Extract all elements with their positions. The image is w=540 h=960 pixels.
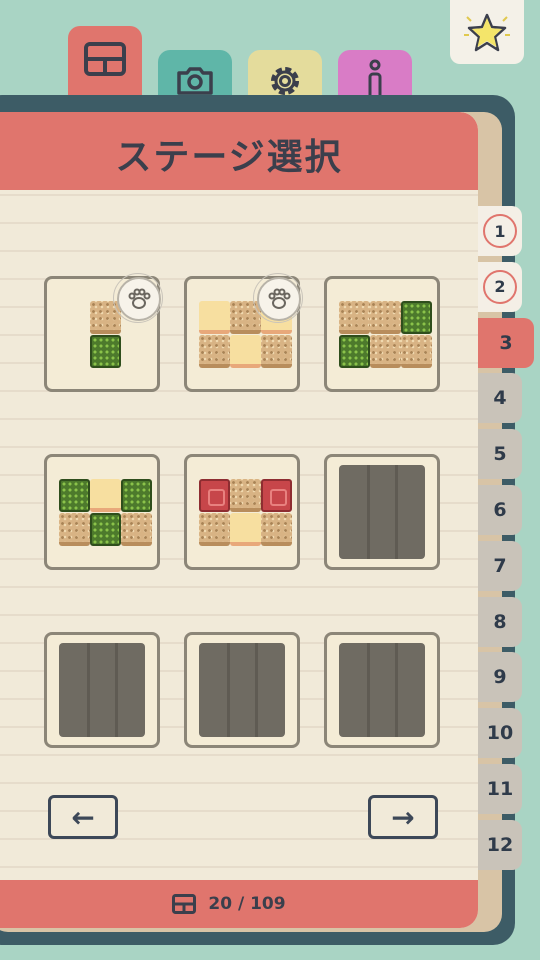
stage-tile-4[interactable] — [44, 454, 160, 570]
footer-progress: 20 / 109 — [0, 880, 478, 928]
prev-page-button[interactable]: ← — [48, 795, 118, 839]
chapter-tab-1[interactable]: 1 — [478, 206, 522, 256]
chapter-tab-label: 9 — [493, 666, 507, 689]
chapter-tab-label: 1 — [494, 221, 506, 241]
grain-block — [230, 479, 261, 512]
chapter-tab-label: 10 — [486, 722, 514, 745]
grain-block — [370, 335, 401, 368]
locked-stage-placeholder — [59, 643, 145, 737]
green-block — [339, 335, 370, 368]
chapter-tab-11[interactable]: 11 — [478, 764, 522, 814]
chapter-tab-7[interactable]: 7 — [478, 540, 522, 591]
stage-tile-1[interactable] — [44, 273, 163, 392]
star-icon — [464, 13, 510, 52]
green-block — [59, 479, 90, 512]
locked-stage-placeholder — [199, 643, 285, 737]
chapter-tab-4[interactable]: 4 — [478, 373, 522, 424]
locked-stage-placeholder — [339, 465, 425, 559]
green-block — [121, 479, 152, 512]
cream-block — [199, 301, 230, 334]
chapter-tab-label: 6 — [493, 499, 507, 521]
chapter-tab-8[interactable]: 8 — [478, 596, 522, 647]
stage-book-icon — [172, 894, 197, 914]
red-block — [199, 479, 230, 512]
green-block — [401, 301, 432, 334]
chapter-tab-label: 12 — [486, 833, 514, 856]
green-block — [90, 513, 121, 546]
paw-icon — [113, 273, 163, 323]
stage-tile-7 — [44, 632, 160, 748]
chapter-tab-12[interactable]: 12 — [478, 819, 522, 870]
completed-ring-icon: 1 — [483, 214, 517, 248]
chapter-tab-label: 11 — [486, 778, 514, 800]
grain-block — [370, 301, 401, 334]
chapter-tab-label: 8 — [493, 610, 507, 633]
stage-progress-count: 20 / 109 — [208, 894, 286, 914]
stage-tile-9 — [324, 632, 440, 748]
stage-tile-3[interactable] — [324, 276, 440, 392]
grain-block — [121, 513, 152, 546]
cream-block — [230, 335, 261, 368]
chapter-tab-label: 2 — [494, 277, 506, 297]
chapter-tab-label: 5 — [493, 443, 507, 466]
grain-block — [199, 335, 230, 368]
completed-ring-icon: 2 — [483, 269, 517, 304]
cream-block — [230, 513, 261, 546]
page-title: ステージ選択 — [115, 137, 343, 178]
stage-tile-8 — [184, 632, 300, 748]
arrow-right-icon: → — [391, 800, 415, 834]
cream-block — [90, 479, 121, 512]
chapter-tab-label: 3 — [499, 331, 513, 354]
stage-tile-6 — [324, 454, 440, 570]
grain-block — [261, 513, 292, 546]
stage-tile-2[interactable] — [184, 273, 303, 392]
chapter-tab-9[interactable]: 9 — [478, 652, 522, 703]
stage-select-page: ステージ選択 ← → 20 / 109 — [0, 112, 478, 928]
chapter-tab-5[interactable]: 5 — [478, 429, 522, 480]
grain-block — [199, 513, 230, 546]
paw-icon — [253, 273, 303, 323]
chapter-tab-2[interactable]: 2 — [478, 261, 522, 312]
camera-icon — [177, 67, 213, 95]
chapter-tab-6[interactable]: 6 — [478, 485, 522, 535]
grain-block — [261, 335, 292, 368]
chapter-tab-3[interactable]: 3 — [478, 317, 534, 368]
arrow-left-icon: ← — [71, 800, 95, 834]
next-page-button[interactable]: → — [368, 795, 438, 839]
stage-book-icon — [84, 42, 126, 76]
grain-block — [59, 513, 90, 546]
grain-block — [339, 301, 370, 334]
chapter-tab-10[interactable]: 10 — [478, 708, 522, 759]
locked-stage-placeholder — [339, 643, 425, 737]
chapter-tab-label: 4 — [493, 387, 507, 410]
star-button[interactable] — [450, 0, 524, 64]
grain-block — [401, 335, 432, 368]
red-block — [261, 479, 292, 512]
stage-tile-5[interactable] — [184, 454, 300, 570]
chapter-tab-label: 7 — [493, 554, 507, 577]
green-block — [90, 335, 121, 368]
